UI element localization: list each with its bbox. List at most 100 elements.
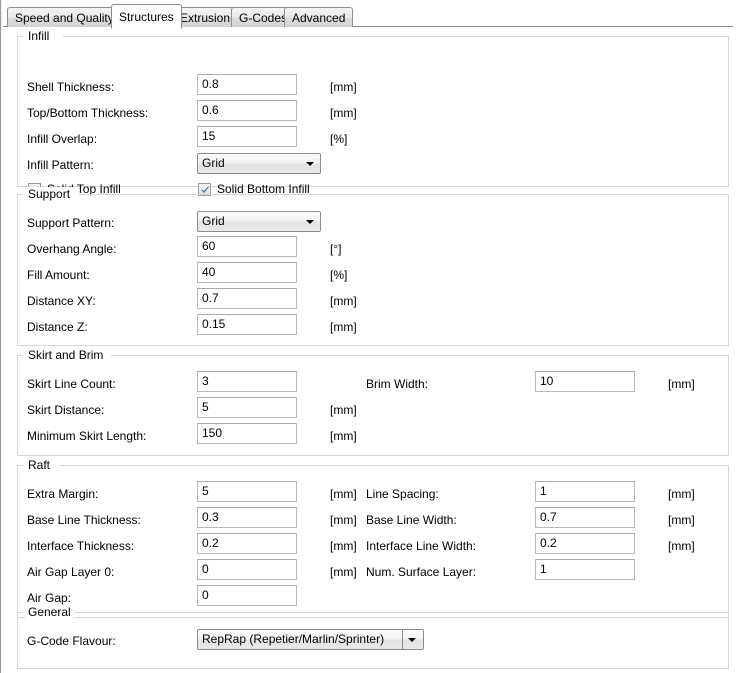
- field-label-support-pattern: Support Pattern:: [27, 216, 114, 230]
- unit-distance-z: [mm]: [330, 320, 357, 334]
- group-border: [63, 36, 729, 37]
- chevron-down-icon: [306, 220, 314, 224]
- field-label-minimum-skirt-length: Minimum Skirt Length:: [27, 429, 146, 443]
- input-shell-thickness[interactable]: 0.8: [197, 74, 297, 95]
- input-air-gap[interactable]: 0: [197, 585, 297, 606]
- tab-bar: Speed and Quality Structures Extrusion G…: [3, 2, 734, 29]
- unit-minimum-skirt-length: [mm]: [330, 429, 357, 443]
- tab-label: Extrusion: [180, 12, 230, 24]
- input-brim-width[interactable]: 10: [535, 371, 635, 392]
- dropdown-value: RepRap (Repetier/Marlin/Sprinter): [202, 632, 384, 646]
- settings-window: Speed and Quality Structures Extrusion G…: [0, 0, 736, 673]
- input-num-surface-layer[interactable]: 1: [535, 559, 635, 580]
- group-border: [728, 194, 729, 346]
- group-border: [17, 465, 18, 618]
- input-fill-amount[interactable]: 40: [197, 262, 297, 283]
- group-border: [17, 355, 18, 456]
- field-label-infill-pattern: Infill Pattern:: [27, 158, 94, 172]
- tab-label: Speed and Quality: [15, 12, 114, 24]
- group-title-raft: Raft: [25, 458, 53, 472]
- input-minimum-skirt-length[interactable]: 150: [197, 423, 297, 444]
- input-air-gap-layer-0[interactable]: 0: [197, 559, 297, 580]
- window-left-border-inner: [1, 0, 2, 673]
- field-label-brim-width: Brim Width:: [366, 377, 428, 391]
- tab-content-structures: Infill Shell Thickness: 0.8 [mm] Top/Bot…: [3, 27, 734, 672]
- unit-line-spacing: [mm]: [668, 487, 695, 501]
- input-infill-overlap[interactable]: 15: [197, 126, 297, 147]
- group-border: [111, 355, 729, 356]
- field-label-base-line-width: Base Line Width:: [366, 513, 457, 527]
- field-label-num-surface-layer: Num. Surface Layer:: [366, 565, 476, 579]
- chevron-down-icon: [408, 638, 416, 642]
- unit-distance-xy: [mm]: [330, 294, 357, 308]
- tab-label: G-Codes: [239, 12, 287, 24]
- unit-air-gap-layer-0: [mm]: [330, 565, 357, 579]
- field-label-gcode-flavour: G-Code Flavour:: [27, 634, 116, 648]
- group-border: [17, 455, 729, 456]
- tab-label: Advanced: [292, 12, 345, 24]
- group-title-support: Support: [25, 187, 73, 201]
- tab-speed-and-quality[interactable]: Speed and Quality: [7, 7, 122, 28]
- tab-structures[interactable]: Structures: [111, 4, 182, 29]
- group-border: [17, 612, 18, 669]
- group-border: [75, 612, 729, 613]
- tab-label: Structures: [119, 11, 174, 23]
- field-label-base-line-thickness: Base Line Thickness:: [27, 513, 141, 527]
- unit-skirt-distance: [mm]: [330, 403, 357, 417]
- tab-advanced[interactable]: Advanced: [284, 7, 353, 28]
- group-title-skirt-and-brim: Skirt and Brim: [25, 348, 106, 362]
- input-distance-z[interactable]: 0.15: [197, 314, 297, 335]
- group-infill: Infill Shell Thickness: 0.8 [mm] Top/Bot…: [17, 29, 729, 187]
- input-skirt-distance[interactable]: 5: [197, 397, 297, 418]
- input-line-spacing[interactable]: 1: [535, 481, 635, 502]
- unit-overhang-angle: [°]: [330, 242, 341, 256]
- tab-extrusion[interactable]: Extrusion: [172, 7, 238, 28]
- input-top-bottom-thickness[interactable]: 0.6: [197, 100, 297, 121]
- field-label-skirt-distance: Skirt Distance:: [27, 403, 104, 417]
- input-overhang-angle[interactable]: 60: [197, 236, 297, 257]
- dropdown-infill-pattern[interactable]: Grid: [197, 153, 321, 174]
- group-support: Support Support Pattern: Grid Overhang A…: [17, 187, 729, 346]
- field-label-air-gap-layer-0: Air Gap Layer 0:: [27, 565, 114, 579]
- group-border: [59, 465, 729, 466]
- dropdown-value: Grid: [202, 156, 225, 170]
- group-border: [17, 668, 729, 669]
- field-label-top-bottom-thickness: Top/Bottom Thickness:: [27, 106, 148, 120]
- group-border: [17, 36, 18, 187]
- input-base-line-thickness[interactable]: 0.3: [197, 507, 297, 528]
- unit-interface-line-width: [mm]: [668, 539, 695, 553]
- dropdown-value: Grid: [202, 214, 225, 228]
- input-interface-line-width[interactable]: 0.2: [535, 533, 635, 554]
- unit-fill-amount: [%]: [330, 268, 347, 282]
- group-border: [728, 612, 729, 669]
- field-label-distance-z: Distance Z:: [27, 320, 88, 334]
- group-title-general: General: [25, 605, 74, 619]
- input-base-line-width[interactable]: 0.7: [535, 507, 635, 528]
- input-extra-margin[interactable]: 5: [197, 481, 297, 502]
- field-label-distance-xy: Distance XY:: [27, 294, 96, 308]
- group-border: [728, 355, 729, 456]
- unit-interface-thickness: [mm]: [330, 539, 357, 553]
- field-label-infill-overlap: Infill Overlap:: [27, 132, 97, 146]
- field-label-interface-line-width: Interface Line Width:: [366, 539, 476, 553]
- group-raft: Raft Extra Margin: 5 [mm] Base Line Thic…: [17, 458, 729, 618]
- group-border: [17, 345, 729, 346]
- unit-extra-margin: [mm]: [330, 487, 357, 501]
- group-border: [728, 465, 729, 618]
- field-label-air-gap: Air Gap:: [27, 591, 71, 605]
- group-border: [728, 36, 729, 187]
- input-interface-thickness[interactable]: 0.2: [197, 533, 297, 554]
- group-general: General G-Code Flavour: RepRap (Repetier…: [17, 605, 729, 669]
- group-border: [79, 194, 729, 195]
- input-distance-xy[interactable]: 0.7: [197, 288, 297, 309]
- field-label-extra-margin: Extra Margin:: [27, 487, 98, 501]
- group-skirt-and-brim: Skirt and Brim Skirt Line Count: 3 Skirt…: [17, 348, 729, 456]
- dropdown-support-pattern[interactable]: Grid: [197, 211, 321, 232]
- input-skirt-line-count[interactable]: 3: [197, 371, 297, 392]
- field-label-skirt-line-count: Skirt Line Count:: [27, 377, 116, 391]
- dropdown-gcode-flavour[interactable]: RepRap (Repetier/Marlin/Sprinter): [197, 629, 424, 650]
- group-title-infill: Infill: [25, 29, 52, 43]
- unit-shell-thickness: [mm]: [330, 80, 357, 94]
- field-label-overhang-angle: Overhang Angle:: [27, 242, 116, 256]
- unit-base-line-thickness: [mm]: [330, 513, 357, 527]
